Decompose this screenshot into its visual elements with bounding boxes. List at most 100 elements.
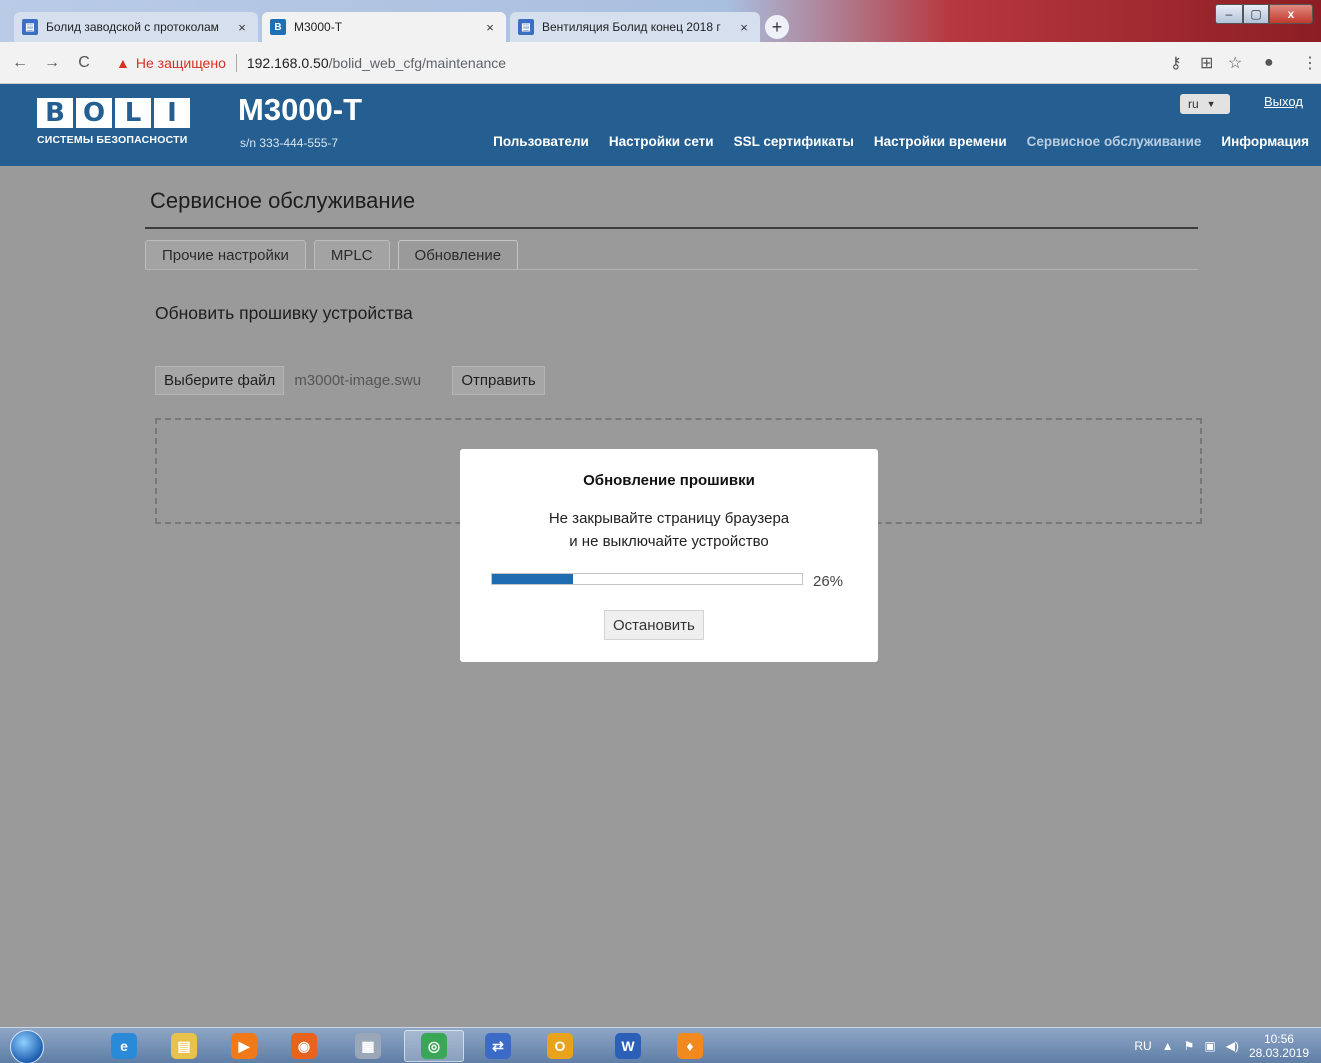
burner-icon: ♦: [677, 1033, 703, 1059]
language-value: ru: [1188, 97, 1199, 111]
taskbar-app-network-tool[interactable]: ⇄: [468, 1030, 528, 1062]
bolid-favicon-icon: B: [270, 19, 286, 35]
back-arrow-icon[interactable]: ←: [8, 54, 32, 72]
taskbar-app-media-player[interactable]: ▶: [214, 1030, 274, 1062]
progress-bar-fill: [492, 574, 573, 584]
word-icon: W: [615, 1033, 641, 1059]
calculator-icon: ▦: [355, 1033, 381, 1059]
nav-item-ssl-certificates[interactable]: SSL сертификаты: [734, 134, 854, 149]
minimize-button[interactable]: –: [1215, 4, 1243, 24]
choose-file-button[interactable]: Выберите файл: [155, 366, 285, 395]
media-player-icon: ▶: [231, 1033, 257, 1059]
url-host: 192.168.0.50: [246, 54, 329, 71]
chrome-icon: ◎: [421, 1033, 447, 1059]
close-tab-icon[interactable]: ×: [234, 20, 250, 35]
show-hidden-icons-icon[interactable]: ▲: [1162, 1039, 1174, 1053]
forward-arrow-icon[interactable]: →: [40, 54, 64, 72]
language-indicator[interactable]: RU: [1134, 1039, 1151, 1053]
main-nav: Пользователи Настройки сети SSL сертифик…: [493, 134, 1309, 149]
security-label[interactable]: Не защищено: [136, 55, 226, 71]
key-icon[interactable]: ⚷: [1170, 42, 1182, 84]
progress-bar: [491, 573, 803, 585]
close-tab-icon[interactable]: ×: [482, 20, 498, 35]
network-icon[interactable]: ▣: [1204, 1039, 1215, 1053]
menu-icon[interactable]: ⋮: [1302, 42, 1318, 84]
taskbar-app-chrome[interactable]: ◎: [404, 1030, 464, 1062]
url-text: 192.168.0.50/bolid_web_cfg/maintenance: [247, 55, 506, 71]
warning-icon: ▲: [116, 54, 130, 71]
chevron-down-icon: ▼: [1206, 99, 1216, 109]
section-title: Обновить прошивку устройства: [155, 303, 413, 323]
address-bar: ← → C ▲ Не защищено 192.168.0.50/bolid_w…: [0, 42, 1321, 84]
page-title: Сервисное обслуживание: [150, 188, 416, 213]
device-title: M3000-T: [238, 92, 363, 127]
browser-tab-active[interactable]: B M3000-T ×: [262, 12, 506, 42]
url-path: /bolid_web_cfg/maintenance: [328, 54, 507, 71]
progress-percent: 26%: [813, 573, 844, 590]
dialog-message-line: и не выключайте устройство: [569, 533, 769, 550]
divider: [235, 53, 237, 72]
divider: [145, 269, 1198, 270]
logo-subtitle: СИСТЕМЫ БЕЗОПАСНОСТИ: [37, 134, 188, 146]
nav-item-time-settings[interactable]: Настройки времени: [874, 134, 1007, 149]
nav-item-information[interactable]: Информация: [1221, 134, 1309, 149]
volume-icon[interactable]: ◀): [1226, 1039, 1239, 1053]
clock-date: 28.03.2019: [1248, 1046, 1309, 1060]
bolid-logo: B O L I СИСТЕМЫ БЕЗОПАСНОСТИ: [37, 98, 192, 146]
file-upload-row: Выберите файл m3000t-image.swu Отправить: [155, 366, 545, 395]
reload-icon[interactable]: C: [72, 54, 96, 72]
logout-link[interactable]: Выход: [1264, 94, 1303, 109]
tab-other-settings[interactable]: Прочие настройки: [145, 240, 306, 269]
taskbar-app-file-explorer[interactable]: ▤: [154, 1030, 214, 1062]
logo-letter: L: [115, 98, 151, 128]
tab-update[interactable]: Обновление: [397, 240, 519, 269]
start-button[interactable]: [10, 1030, 44, 1063]
stop-button[interactable]: Остановить: [604, 610, 704, 640]
flag-icon[interactable]: ⚑: [1184, 1039, 1195, 1053]
logo-wordmark: B O L I: [37, 98, 192, 128]
nav-item-users[interactable]: Пользователи: [493, 134, 589, 149]
new-tab-button[interactable]: +: [765, 15, 789, 39]
profile-icon[interactable]: ●: [1264, 42, 1274, 84]
document-icon: ▤: [22, 19, 38, 35]
taskbar-app-word[interactable]: W: [598, 1030, 658, 1062]
bookmark-star-icon[interactable]: ☆: [1228, 42, 1242, 84]
window-close-button[interactable]: x: [1269, 4, 1313, 24]
file-explorer-icon: ▤: [171, 1033, 197, 1059]
logo-letter: B: [37, 98, 73, 128]
divider: [145, 227, 1198, 229]
browser-tab-title: Болид заводской с протоколам: [46, 20, 219, 34]
taskbar-app-firefox[interactable]: ◉: [274, 1030, 334, 1062]
logo-letter: O: [76, 98, 112, 128]
nav-item-maintenance[interactable]: Сервисное обслуживание: [1027, 134, 1202, 149]
url-field[interactable]: ▲ Не защищено 192.168.0.50/bolid_web_cfg…: [116, 48, 506, 78]
page-tabs: Прочие настройки MPLC Обновление: [145, 240, 519, 269]
selected-file-name: m3000t-image.swu: [294, 372, 422, 389]
browser-tab[interactable]: ▤ Болид заводской с протоколам ×: [14, 12, 258, 42]
window-controls: – ▢ x: [1215, 4, 1313, 24]
internet-explorer-icon: e: [111, 1033, 137, 1059]
browser-tab-title: Вентиляция Болид конец 2018 г: [542, 20, 721, 34]
taskbar-app-outlook[interactable]: O: [530, 1030, 590, 1062]
system-tray: RU ▲ ⚑ ▣ ◀) 10:56 28.03.2019: [1134, 1028, 1309, 1063]
submit-button[interactable]: Отправить: [452, 366, 545, 395]
language-select[interactable]: ru ▼: [1180, 94, 1230, 114]
tab-mplc[interactable]: MPLC: [313, 240, 390, 269]
network-tool-icon: ⇄: [485, 1033, 511, 1059]
maximize-button[interactable]: ▢: [1243, 4, 1269, 24]
taskbar: e ▤ ▶ ◉ ▦ ◎ ⇄ O W ♦ RU ▲ ⚑ ▣ ◀) 10:56 28.03.2019: [0, 1027, 1321, 1063]
close-tab-icon[interactable]: ×: [736, 20, 752, 35]
firmware-update-dialog: Обновление прошивки Не закрывайте страни…: [460, 449, 878, 662]
dialog-message-line: Не закрывайте страницу браузера: [548, 510, 790, 527]
taskbar-app-burner[interactable]: ♦: [660, 1030, 720, 1062]
taskbar-app-internet-explorer[interactable]: e: [94, 1030, 154, 1062]
nav-item-network-settings[interactable]: Настройки сети: [609, 134, 714, 149]
site-header: B O L I СИСТЕМЫ БЕЗОПАСНОСТИ M3000-T s/n…: [0, 84, 1321, 166]
clock[interactable]: 10:56 28.03.2019: [1249, 1032, 1309, 1060]
browser-tab[interactable]: ▤ Вентиляция Болид конец 2018 г ×: [510, 12, 760, 42]
logo-letter: I: [154, 98, 190, 128]
translate-icon[interactable]: ⊞: [1200, 42, 1213, 84]
taskbar-app-calculator[interactable]: ▦: [338, 1030, 398, 1062]
clock-time: 10:56: [1263, 1032, 1294, 1046]
outlook-icon: O: [547, 1033, 573, 1059]
